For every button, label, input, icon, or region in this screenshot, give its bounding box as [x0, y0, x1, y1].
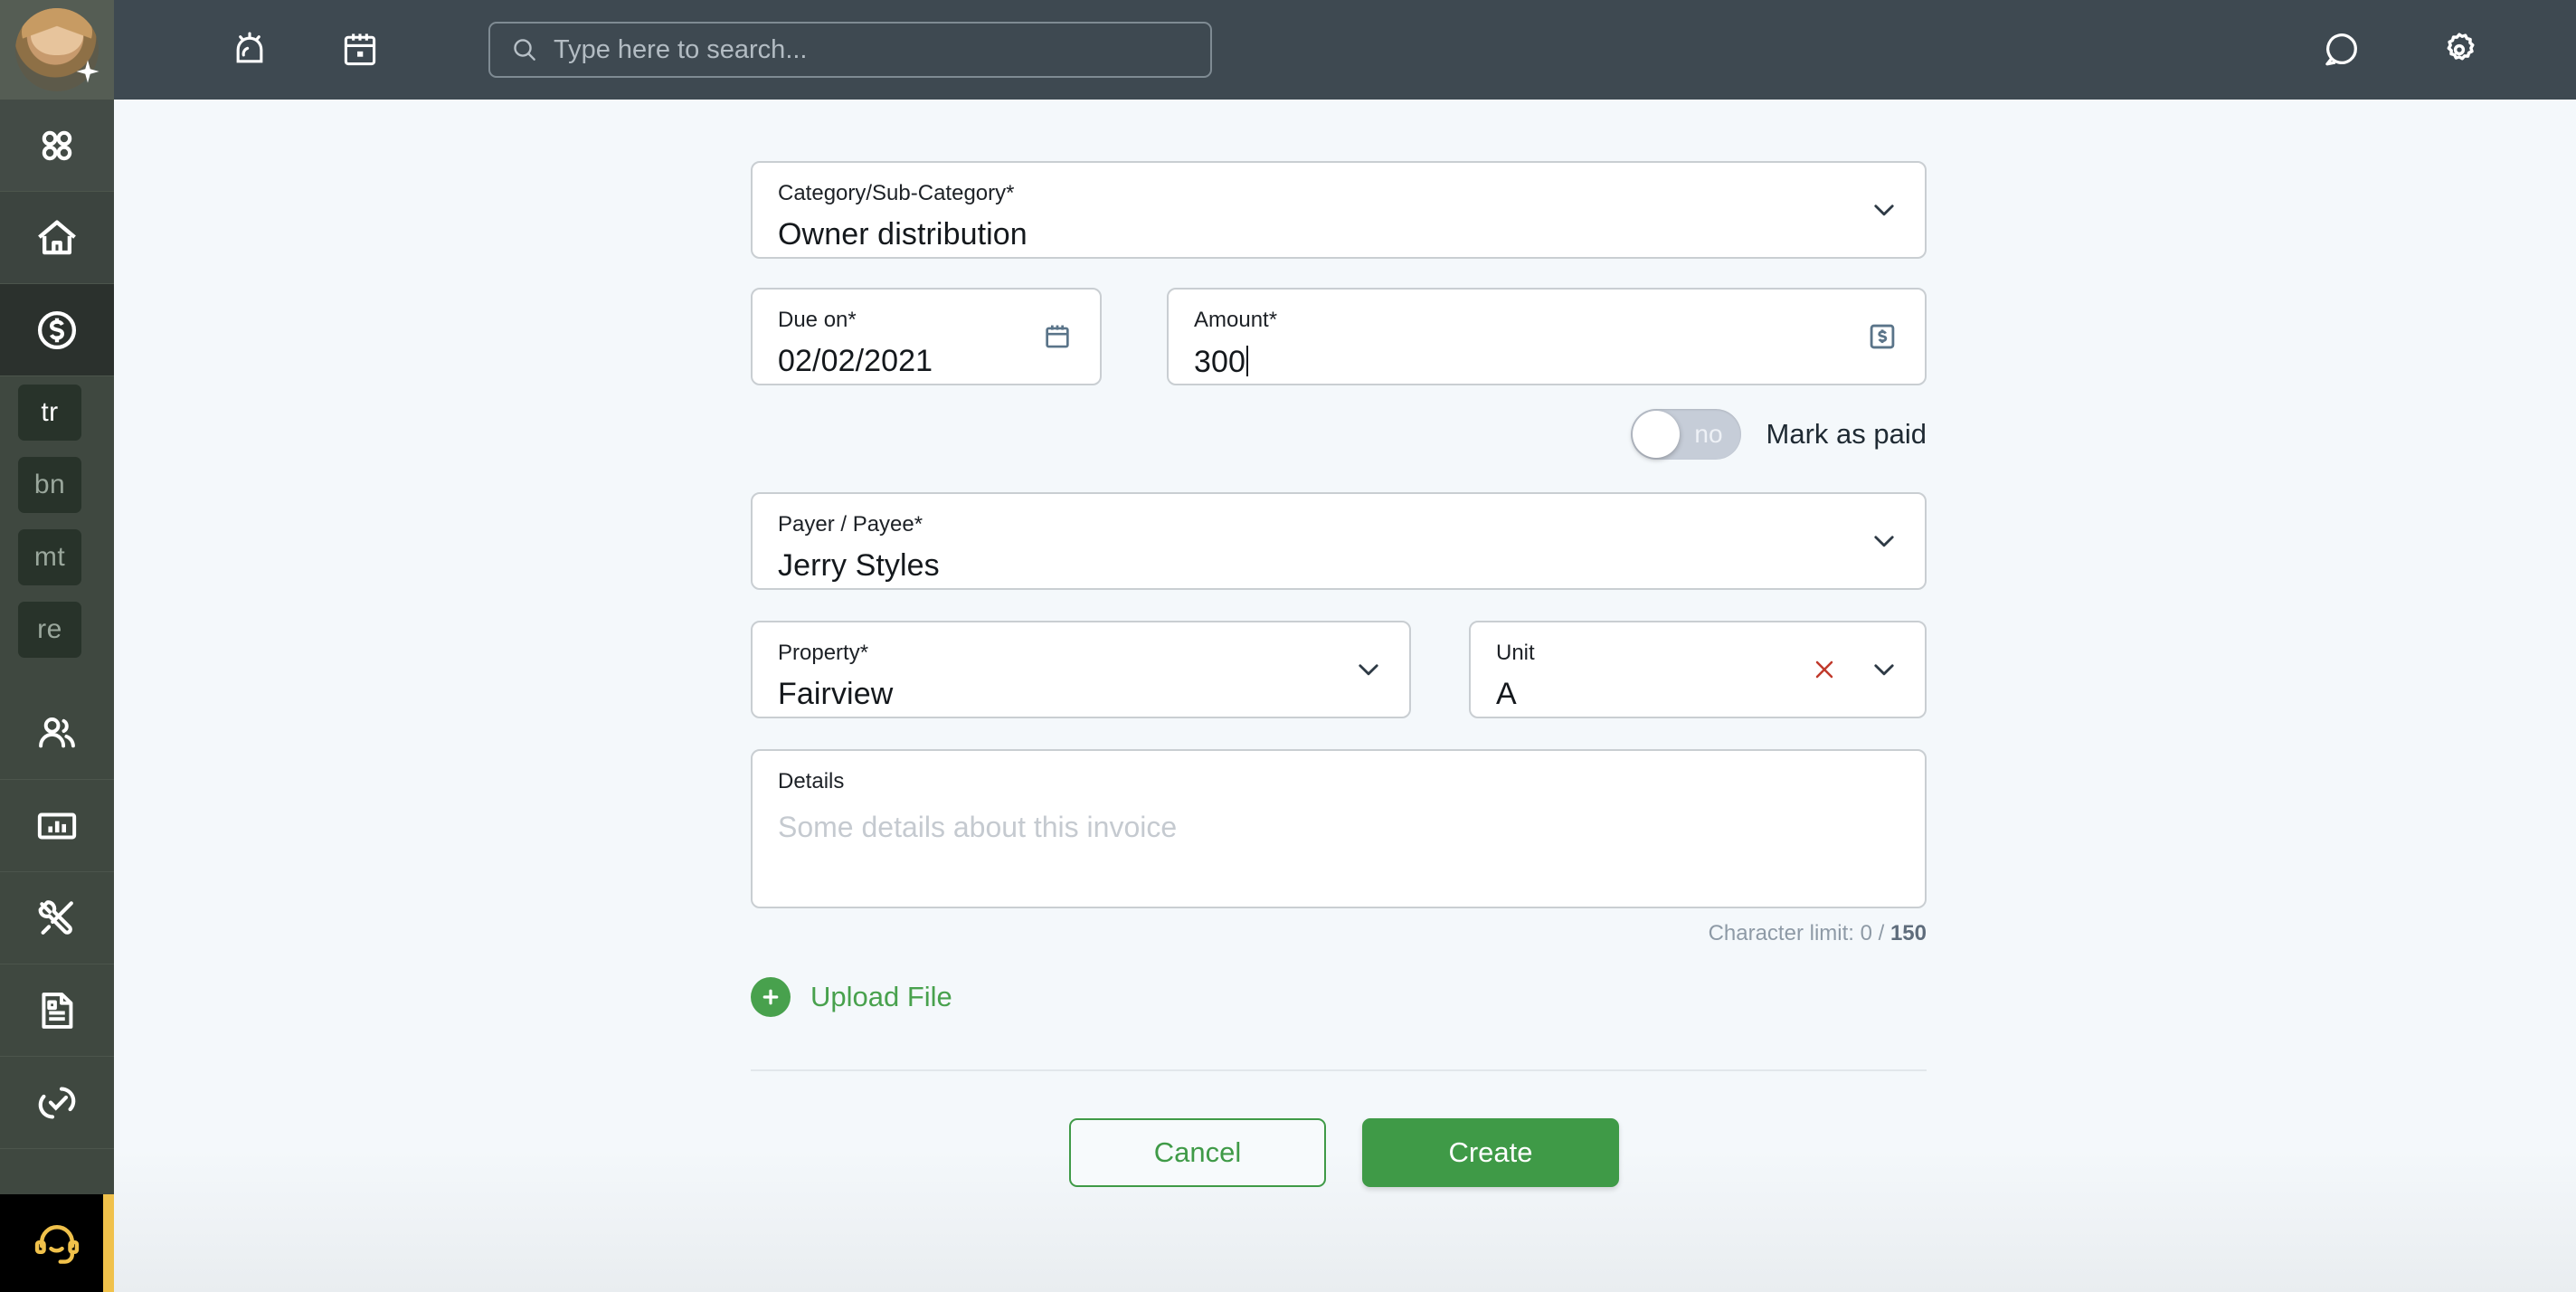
mark-as-paid-row: no Mark as paid [751, 409, 1927, 460]
category-label: Category/Sub-Category* [778, 181, 1015, 205]
character-limit-prefix: Character limit: 0 / [1708, 921, 1890, 945]
payer-payee-field[interactable]: Payer / Payee* Jerry Styles [751, 492, 1927, 590]
unit-value: A [1496, 677, 1517, 711]
sidebar-item-accounting[interactable] [0, 284, 114, 376]
due-amount-row: Due on* 02/02/2021 Amount* 300 [751, 288, 1927, 385]
toggle-state-label: no [1694, 420, 1723, 448]
topbar-right-actions [2283, 0, 2576, 100]
unit-field[interactable]: Unit A [1469, 621, 1927, 718]
property-unit-row: Property* Fairview Unit A [751, 621, 1927, 718]
create-button[interactable]: Create [1362, 1118, 1619, 1187]
app-root: tr bn mt re [0, 0, 2576, 1292]
plus-circle-icon [751, 977, 791, 1017]
amount-label: Amount* [1194, 308, 1278, 332]
dollar-square-icon [1867, 321, 1898, 352]
dollar-circle-icon [37, 310, 77, 349]
sidebar-item-links[interactable] [0, 1057, 114, 1149]
sidebar-chip-label: bn [18, 457, 81, 513]
toggle-knob [1632, 411, 1680, 458]
people-icon [39, 717, 75, 747]
calendar-icon[interactable] [313, 0, 407, 100]
sidebar-item-apps[interactable] [0, 100, 114, 192]
search-icon [510, 35, 539, 64]
unit-label: Unit [1496, 641, 1535, 665]
close-x-icon[interactable] [1811, 656, 1838, 683]
support-button[interactable] [0, 1194, 114, 1292]
calendar-icon[interactable] [1042, 321, 1073, 352]
sidebar-chip-label: tr [18, 385, 81, 441]
details-placeholder: Some details about this invoice [778, 811, 1178, 843]
sidebar: tr bn mt re [0, 100, 114, 1292]
due-on-field[interactable]: Due on* 02/02/2021 [751, 288, 1102, 385]
sidebar-chip-mt[interactable]: mt [0, 521, 114, 594]
chevron-down-icon[interactable] [1869, 654, 1899, 685]
sidebar-chip-label: re [18, 602, 81, 658]
details-label: Details [778, 769, 845, 793]
sidebar-chip-re[interactable]: re [0, 594, 114, 666]
sidebar-chip-tr[interactable]: tr [0, 376, 114, 449]
details-field[interactable]: Details Some details about this invoice [751, 749, 1927, 908]
chat-bubble-icon[interactable] [2283, 0, 2401, 100]
chevron-down-icon[interactable] [1353, 654, 1384, 685]
document-icon [42, 992, 73, 1029]
payer-payee-label: Payer / Payee* [778, 512, 923, 537]
sidebar-item-maintenance[interactable] [0, 872, 114, 964]
pin-icon [76, 60, 99, 83]
tools-icon [38, 899, 73, 935]
invoice-form: Category/Sub-Category* Owner distributio… [751, 161, 1927, 1187]
category-field[interactable]: Category/Sub-Category* Owner distributio… [751, 161, 1927, 259]
avatar-cell[interactable] [0, 0, 114, 100]
main-content: Category/Sub-Category* Owner distributio… [114, 100, 2576, 1292]
sidebar-item-home[interactable] [0, 192, 114, 284]
top-bar [0, 0, 2576, 100]
cancel-button[interactable]: Cancel [1069, 1118, 1326, 1187]
link-icon [38, 1087, 76, 1118]
amount-value: 300 [1194, 346, 1899, 377]
upload-file-label: Upload File [810, 981, 952, 1012]
form-actions: Cancel Create [1069, 1118, 1927, 1187]
due-on-value: 02/02/2021 [778, 344, 933, 378]
search-input[interactable] [554, 34, 1190, 65]
sidebar-chip-bn[interactable]: bn [0, 449, 114, 521]
alarm-icon[interactable] [203, 0, 297, 100]
sidebar-item-reports[interactable] [0, 780, 114, 872]
gear-icon[interactable] [2401, 0, 2518, 100]
chevron-down-icon[interactable] [1869, 526, 1899, 556]
bar-chart-icon [37, 812, 77, 839]
mark-as-paid-label: Mark as paid [1766, 418, 1927, 450]
category-value: Owner distribution [778, 217, 1028, 252]
due-on-label: Due on* [778, 308, 857, 332]
amount-field[interactable]: Amount* 300 [1167, 288, 1927, 385]
property-label: Property* [778, 641, 869, 665]
character-limit: Character limit: 0 / 150 [751, 921, 1927, 946]
sidebar-item-documents[interactable] [0, 964, 114, 1057]
upload-file-button[interactable]: Upload File [751, 977, 952, 1017]
sidebar-item-people[interactable] [0, 688, 114, 780]
chevron-down-icon[interactable] [1869, 195, 1899, 225]
search-bar[interactable] [488, 22, 1212, 78]
mark-as-paid-toggle[interactable]: no [1630, 409, 1741, 460]
property-value: Fairview [778, 677, 894, 711]
headset-icon [34, 1225, 80, 1264]
form-divider [751, 1069, 1927, 1071]
grid-apps-icon [42, 130, 72, 160]
character-limit-max: 150 [1889, 921, 1927, 945]
payer-payee-value: Jerry Styles [778, 548, 940, 583]
sidebar-chip-label: mt [18, 529, 81, 585]
property-field[interactable]: Property* Fairview [751, 621, 1411, 718]
home-icon [38, 220, 76, 254]
